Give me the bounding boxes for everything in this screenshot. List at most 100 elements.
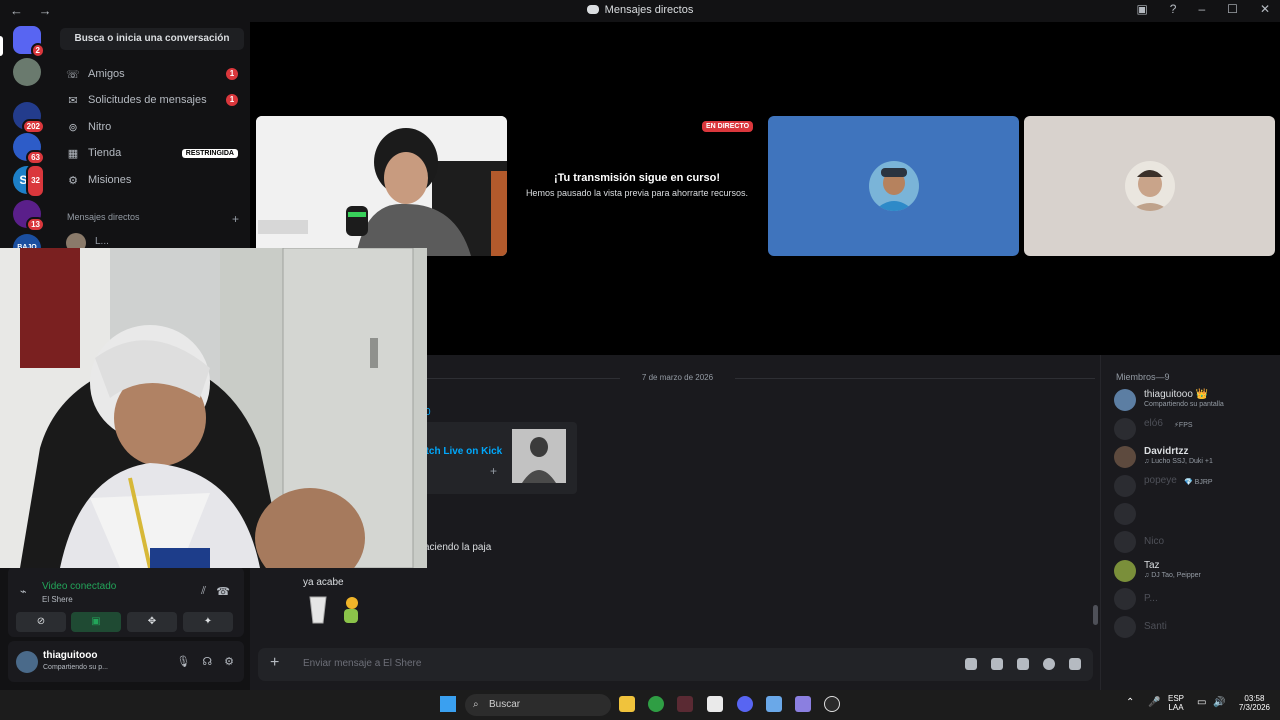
add-dm-icon[interactable]: + <box>232 212 239 226</box>
embed-thumbnail[interactable] <box>512 429 566 483</box>
server-icon[interactable]: 63 <box>13 133 45 165</box>
sidebar-item-quests[interactable]: ⚙ Misiones <box>62 167 244 193</box>
avatar <box>1114 418 1136 440</box>
member-item[interactable]: Taz ♫ DJ Tao, Peipper <box>1114 558 1274 584</box>
headphones-icon[interactable]: ☊ <box>202 655 212 668</box>
member-item[interactable]: P... <box>1114 586 1274 612</box>
member-item[interactable]: eló6 ⚡FPS <box>1114 416 1274 442</box>
member-status: ♫ DJ Tao, Peipper <box>1144 572 1201 579</box>
sidebar-item-nitro[interactable]: ⊚ Nitro <box>62 114 244 140</box>
emoji-icon[interactable] <box>1043 658 1055 670</box>
webcam-feed <box>256 116 507 256</box>
window-title-text: Mensajes directos <box>604 4 694 16</box>
sidebar-item-amigos[interactable]: ☏ Amigos 1 <box>62 61 244 87</box>
badge: 2 <box>30 43 45 58</box>
volume-icon[interactable]: 🔊 <box>1213 697 1225 708</box>
mail-icon: ✉ <box>68 94 78 107</box>
server-icon[interactable]: 202 <box>13 102 45 134</box>
noise-suppression-icon[interactable]: ⫽ <box>201 585 206 598</box>
camera-toggle-button[interactable]: ⊘ <box>16 612 66 632</box>
nitro-icon: ⊚ <box>68 121 78 134</box>
participant-tile[interactable] <box>1024 116 1275 256</box>
message-text: ya acabe <box>303 577 344 588</box>
member-name: thiaguitooo 👑 <box>1144 389 1209 400</box>
steam-icon[interactable] <box>677 696 693 712</box>
server-icon[interactable] <box>13 58 41 86</box>
tray-chevron-icon[interactable]: ⌃ <box>1126 697 1134 708</box>
avatar <box>1114 389 1136 411</box>
language-indicator[interactable]: ESP LAA <box>1168 694 1184 712</box>
dm-header-label: Mensajes directos <box>67 212 140 222</box>
member-item[interactable]: thiaguitooo 👑 Compartiendo su pantalla <box>1114 387 1274 413</box>
maximize-button[interactable]: ☐ <box>1227 2 1238 16</box>
store-icon[interactable] <box>766 696 782 712</box>
gif-icon[interactable] <box>991 658 1003 670</box>
inbox-icon[interactable]: ▣ <box>1136 2 1147 16</box>
sidebar-item-shop[interactable]: ▦ Tienda RESTRINGIDA <box>62 140 244 166</box>
voice-status: Video conectado <box>42 581 117 592</box>
avatar[interactable] <box>16 651 38 673</box>
file-explorer-icon[interactable] <box>619 696 635 712</box>
participant-tile[interactable] <box>768 116 1019 256</box>
home-button[interactable]: 2 <box>13 26 45 58</box>
member-name: Davidrtzz <box>1144 446 1189 457</box>
quests-icon: ⚙ <box>68 174 78 187</box>
taskbar-search[interactable]: ⌕ Buscar <box>465 694 611 716</box>
search-conversation-button[interactable]: Busca o inicia una conversación <box>60 28 244 50</box>
avatar <box>1114 531 1136 553</box>
activities-button[interactable]: ✥ <box>127 612 177 632</box>
notepad-icon[interactable] <box>707 696 723 712</box>
clock[interactable]: 03:58 7/3/2026 <box>1239 694 1270 712</box>
screen-share-button[interactable]: ▣ <box>71 612 121 632</box>
microphone-icon[interactable]: 🎙 <box>176 655 190 668</box>
gamepad-icon[interactable] <box>795 696 811 712</box>
glass-emoji-icon <box>308 595 328 625</box>
link-embed[interactable]: atch Live on Kick + <box>418 422 577 494</box>
active-pill <box>0 36 3 56</box>
scrollbar[interactable] <box>1093 605 1098 625</box>
message-input[interactable]: Enviar mensaje a El Shere <box>303 658 421 669</box>
avatar <box>868 161 919 211</box>
search-icon: ⌕ <box>473 699 479 710</box>
disconnect-icon[interactable]: ☎ <box>216 585 230 598</box>
apps-icon[interactable] <box>1069 658 1081 670</box>
member-item[interactable]: ㅤ <box>1114 501 1274 527</box>
chrome-icon[interactable] <box>648 696 664 712</box>
member-status: 💎 BJRP <box>1184 479 1213 486</box>
sidebar-item-requests[interactable]: ✉ Solicitudes de mensajes 1 <box>62 87 244 113</box>
message-composer[interactable]: + Enviar mensaje a El Shere <box>258 648 1093 681</box>
webcam-overlay <box>0 248 427 568</box>
close-button[interactable]: ✕ <box>1260 2 1270 16</box>
member-item[interactable]: popeye 💎 BJRP <box>1114 473 1274 499</box>
server-icon[interactable]: 13 <box>13 200 45 232</box>
shop-icon: ▦ <box>67 147 79 160</box>
video-tile[interactable] <box>256 116 507 256</box>
restricted-tag: RESTRINGIDA <box>181 148 238 158</box>
obs-icon[interactable] <box>824 696 840 712</box>
start-button[interactable] <box>440 696 456 712</box>
minimize-button[interactable]: – <box>1198 2 1205 16</box>
member-name: Santi <box>1144 621 1167 632</box>
settings-gear-icon[interactable]: ⚙ <box>224 655 234 668</box>
soundboard-button[interactable]: ✦ <box>183 612 233 632</box>
member-item[interactable]: Santi <box>1114 614 1274 640</box>
discord-taskbar-icon[interactable] <box>737 696 753 712</box>
gift-icon[interactable] <box>965 658 977 670</box>
embed-link[interactable]: atch Live on Kick <box>420 446 502 457</box>
voice-channel[interactable]: El Shere <box>42 595 73 604</box>
member-item[interactable]: Davidrtzz ♫ Lucho SSJ, Duki +1 <box>1114 444 1274 470</box>
help-icon[interactable]: ? <box>1170 2 1177 16</box>
member-item[interactable]: Nico <box>1114 529 1274 555</box>
window-controls: ▣ ? – ☐ ✕ <box>1136 2 1270 16</box>
crosshair-icon: + <box>490 464 498 478</box>
sidebar-item-label: Nitro <box>88 121 112 133</box>
attach-plus-icon[interactable]: + <box>270 654 279 672</box>
mic-tray-icon[interactable]: 🎤 <box>1148 697 1160 708</box>
dm-item-label[interactable]: L... <box>95 236 109 247</box>
sticker-icon[interactable] <box>1017 658 1029 670</box>
server-icon[interactable]: ST32 <box>13 164 45 198</box>
member-name: popeye <box>1144 475 1177 486</box>
network-icon[interactable]: ▭ <box>1197 697 1206 708</box>
badge: 202 <box>21 119 45 134</box>
username[interactable]: thiaguitooo <box>43 650 97 661</box>
